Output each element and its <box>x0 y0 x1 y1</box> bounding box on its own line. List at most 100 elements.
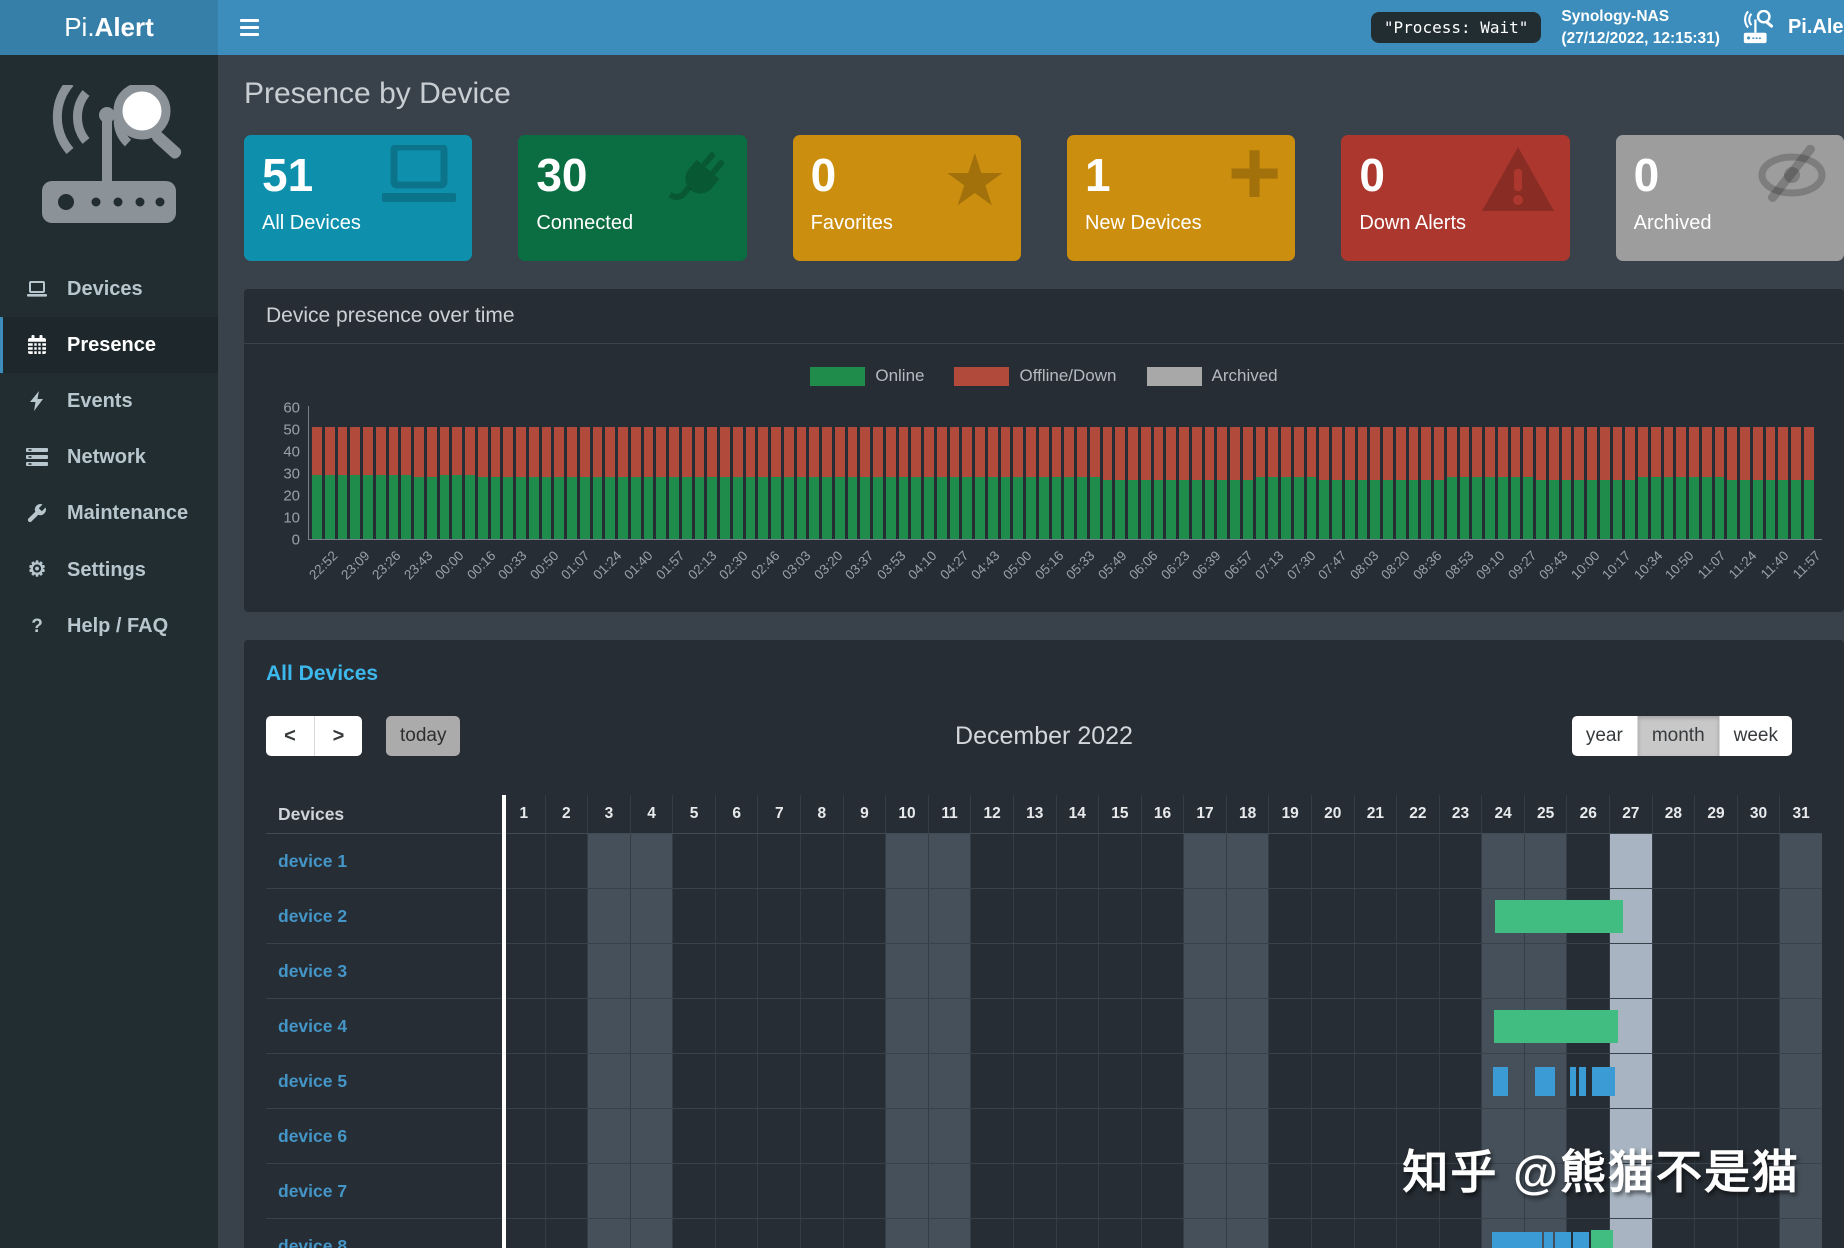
stacked-bar <box>618 426 628 539</box>
day-cell-28 <box>1651 999 1695 1053</box>
day-cell-14 <box>1055 1054 1099 1108</box>
day-cell-11 <box>927 1109 971 1163</box>
stacked-bar <box>898 426 909 539</box>
sidebar-item-network[interactable]: Network <box>0 429 218 485</box>
view-week-button[interactable]: week <box>1718 716 1792 756</box>
sidebar-item-settings[interactable]: ⚙ Settings <box>0 541 218 598</box>
stacked-bar <box>1714 426 1725 539</box>
day-cell-22 <box>1396 834 1439 888</box>
stacked-bar <box>1089 426 1100 539</box>
day-cell-19 <box>1268 944 1311 998</box>
day-cell-1 <box>502 889 545 943</box>
stacked-bar <box>1434 426 1444 539</box>
stacked-bar <box>1166 426 1176 539</box>
stacked-bar <box>388 426 399 539</box>
device-link[interactable]: device 8 <box>278 1236 347 1248</box>
stat-card-favorites[interactable]: 0 ★ Favorites <box>792 135 1021 261</box>
stat-card-archived[interactable]: 0 Archived <box>1615 135 1844 261</box>
day-cell-22 <box>1396 1054 1439 1108</box>
day-cell-11 <box>927 1164 971 1218</box>
legend-archived-swatch <box>1146 366 1202 386</box>
sidebar-menu: Devices Presence Events Network Maintena… <box>0 261 218 654</box>
x-tick-label: 10:00 <box>1567 548 1603 583</box>
stacked-bar <box>1765 426 1776 539</box>
stacked-bar <box>847 426 858 539</box>
day-cell-28 <box>1651 1219 1695 1248</box>
day-cell-18 <box>1225 944 1269 998</box>
device-link[interactable]: device 4 <box>278 1016 347 1037</box>
stat-card-down-alerts[interactable]: 0 Down Alerts <box>1341 135 1570 261</box>
stacked-bar <box>1064 426 1074 539</box>
stat-card-new-devices[interactable]: 1 + New Devices <box>1066 135 1296 261</box>
router-scan-icon <box>1743 9 1774 43</box>
device-name-cell: device 4 <box>266 999 502 1053</box>
day-cell-9 <box>842 1164 886 1218</box>
stacked-bar <box>1102 426 1113 539</box>
day-cell-4 <box>629 889 673 943</box>
today-button[interactable]: today <box>386 716 461 756</box>
calendar-title: December 2022 <box>955 721 1133 750</box>
day-cell-13 <box>1012 1054 1056 1108</box>
hamburger-menu-icon[interactable] <box>240 0 280 55</box>
stacked-bar <box>924 426 934 539</box>
day-cell-7 <box>757 1219 800 1248</box>
device-link[interactable]: device 6 <box>278 1126 347 1147</box>
stacked-bar <box>324 426 335 539</box>
day-cell-7 <box>757 1054 800 1108</box>
stat-card-connected[interactable]: 30 Connected <box>518 135 747 261</box>
day-cell-19 <box>1268 889 1311 943</box>
device-link[interactable]: device 3 <box>278 961 347 982</box>
device-link[interactable]: device 5 <box>278 1071 347 1092</box>
stacked-bar <box>426 426 437 539</box>
pialert-logo-icon <box>0 55 218 261</box>
day-cell-23 <box>1438 944 1482 998</box>
device-link[interactable]: device 2 <box>278 906 347 927</box>
day-cell-1 <box>502 1054 545 1108</box>
x-tick-label: 06:23 <box>1157 548 1193 583</box>
stacked-bar <box>1625 426 1635 539</box>
stacked-bar <box>465 426 475 539</box>
presence-bar-session <box>1535 1067 1555 1096</box>
day-cell-6 <box>714 834 758 888</box>
legend-online: Online <box>810 366 924 386</box>
day-header-30: 30 <box>1736 795 1780 833</box>
sidebar-item-presence[interactable]: Presence <box>0 317 218 373</box>
x-tick-label: 05:16 <box>1031 548 1067 583</box>
sidebar-item-events[interactable]: Events <box>0 373 218 429</box>
device-link[interactable]: device 7 <box>278 1181 347 1202</box>
day-cell-10 <box>885 889 928 943</box>
day-cell-6 <box>714 1054 758 1108</box>
sidebar-item-help[interactable]: ? Help / FAQ <box>0 598 218 654</box>
sidebar-item-devices[interactable]: Devices <box>0 261 218 317</box>
stat-card-all-devices[interactable]: 51 All Devices <box>244 135 473 261</box>
app-logo[interactable]: Pi. Alert <box>0 0 218 55</box>
x-tick-label: 10:17 <box>1599 548 1634 583</box>
stacked-bar <box>1421 426 1431 539</box>
day-header-5: 5 <box>672 795 715 833</box>
view-month-button[interactable]: month <box>1636 716 1719 756</box>
day-cell-18 <box>1225 1109 1269 1163</box>
stacked-bar <box>732 426 743 539</box>
day-cell-4 <box>629 1109 673 1163</box>
legend-offline-down: Offline/Down <box>954 366 1117 386</box>
device-link[interactable]: device 1 <box>278 851 347 872</box>
watermark: 知乎 @熊猫不是猫 <box>1402 1146 1800 1198</box>
page-title: Presence by Device <box>244 77 511 110</box>
grid-header-row: Devices 1 2 3 4 5 6 7 8 9 10 11 12 13 14 15 16 17 18 19 20 2… <box>266 795 1822 834</box>
sidebar-item-maintenance[interactable]: Maintenance <box>0 485 218 541</box>
day-cell-20 <box>1310 1109 1354 1163</box>
day-cell-12 <box>970 1054 1013 1108</box>
table-row: device 2 <box>266 889 1822 944</box>
sidebar: Devices Presence Events Network Maintena… <box>0 55 218 1248</box>
prev-month-button[interactable]: < <box>266 716 314 756</box>
day-cell-3 <box>587 999 630 1053</box>
navbar-main: "Process: Wait" Synology-NAS (27/12/2022… <box>218 0 1844 55</box>
view-year-button[interactable]: year <box>1571 716 1637 756</box>
day-cell-7 <box>757 1164 800 1218</box>
next-month-button[interactable]: > <box>314 716 362 756</box>
stacked-bar <box>1485 426 1495 539</box>
day-cell-15 <box>1098 834 1141 888</box>
day-cell-17 <box>1183 944 1226 998</box>
x-tick-label: 11:07 <box>1694 548 1729 582</box>
day-cell-1 <box>502 1109 545 1163</box>
